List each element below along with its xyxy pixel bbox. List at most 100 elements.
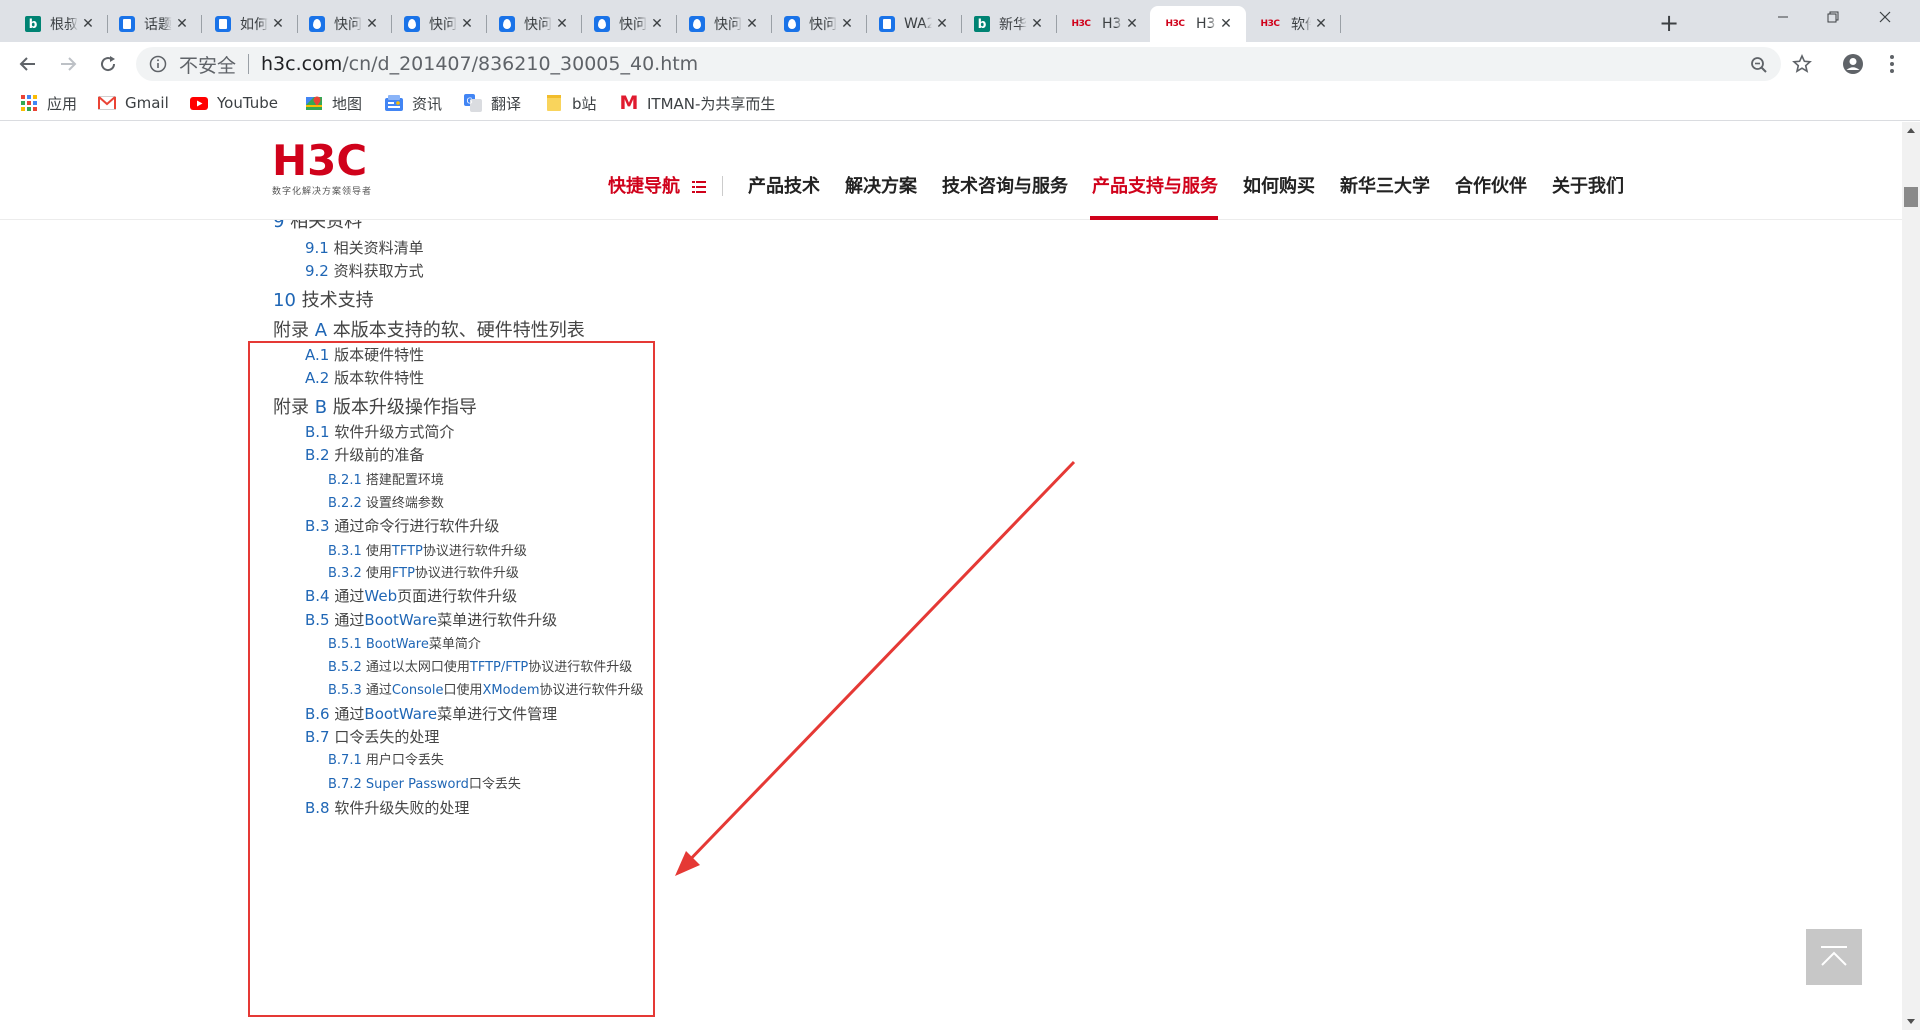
tab-close-icon[interactable]: ✕ <box>839 16 855 32</box>
tab-close-icon[interactable]: ✕ <box>364 16 380 32</box>
back-button[interactable] <box>12 48 44 80</box>
tab-close-icon[interactable]: ✕ <box>649 16 665 32</box>
bookmark-maps[interactable]: 地图 <box>305 86 362 120</box>
bookmark-star-button[interactable] <box>1788 50 1816 78</box>
h3c-logo[interactable]: H3C 数字化解决方案领导者 <box>272 140 392 198</box>
browser-tab[interactable]: 快问快✕ <box>676 6 772 42</box>
address-bar[interactable]: 不安全 h3c.com/cn/d_201407/836210_30005_40.… <box>136 47 1781 81</box>
bookmark-news[interactable]: 资讯 <box>385 86 442 120</box>
nav-consulting-services[interactable]: 技术咨询与服务 <box>942 172 1068 202</box>
toc-item[interactable]: 9.2 资料获取方式 <box>305 260 424 281</box>
youtube-icon <box>190 94 208 112</box>
browser-tab[interactable]: 如何s✕ <box>202 6 298 42</box>
browser-tab[interactable]: b 新华三✕ <box>961 6 1057 42</box>
bookmark-apps[interactable]: 应用 <box>20 86 77 120</box>
tab-close-icon[interactable]: ✕ <box>1029 16 1045 32</box>
toc-item[interactable]: 10 技术支持 <box>273 286 374 312</box>
scrollbar-thumb[interactable] <box>1904 187 1918 207</box>
forward-button[interactable] <box>52 48 84 80</box>
nav-quick-navigation[interactable]: 快捷导航 <box>608 172 707 202</box>
bookmark-youtube[interactable]: YouTube <box>190 86 278 120</box>
toc-text: 技术支持 <box>301 290 374 311</box>
tab-title: H3C <box>1102 16 1122 32</box>
info-icon[interactable] <box>149 55 167 73</box>
drop-icon <box>499 16 515 32</box>
new-tab-button[interactable]: + <box>1655 10 1683 38</box>
tab-close-icon[interactable]: ✕ <box>174 16 190 32</box>
tab-close-icon[interactable]: ✕ <box>459 16 475 32</box>
tab-close-icon[interactable]: ✕ <box>80 16 96 32</box>
doc-icon <box>119 16 135 32</box>
triangle-down-icon <box>1907 1019 1915 1024</box>
tab-separator <box>1340 15 1341 33</box>
browser-tab[interactable]: WA2 ✕ <box>866 6 962 42</box>
tab-close-icon[interactable]: ✕ <box>1124 16 1140 32</box>
restore-button[interactable] <box>1810 0 1856 34</box>
url-host[interactable]: h3c.com <box>261 53 342 75</box>
bookmark-label: 地图 <box>332 94 363 113</box>
nav-solutions[interactable]: 解决方案 <box>845 172 917 202</box>
nav-partners[interactable]: 合作伙伴 <box>1455 172 1527 202</box>
browser-tab[interactable]: 快问快✕ <box>391 6 487 42</box>
bookmark-label: YouTube <box>217 94 278 112</box>
tab-close-icon[interactable]: ✕ <box>554 16 570 32</box>
tab-close-icon[interactable]: ✕ <box>934 16 950 32</box>
reload-button[interactable] <box>92 48 124 80</box>
nav-about-us[interactable]: 关于我们 <box>1552 172 1624 202</box>
nav-divider <box>722 176 723 196</box>
h3c-icon: H3C <box>1260 19 1280 29</box>
tab-close-icon[interactable]: ✕ <box>270 16 286 32</box>
bookmark-itman[interactable]: M ITMAN-为共享而生 <box>620 86 776 120</box>
url-path[interactable]: /cn/d_201407/836210_30005_40.htm <box>342 53 698 75</box>
nav-h3c-university[interactable]: 新华三大学 <box>1340 172 1430 202</box>
scroll-down-button[interactable] <box>1902 1013 1920 1030</box>
menu-button[interactable] <box>1878 50 1906 78</box>
bookmark-translate[interactable]: G 翻译 <box>464 86 521 120</box>
tab-title: 快问快 <box>429 17 457 33</box>
scroll-up-button[interactable] <box>1902 122 1920 139</box>
svg-text:G: G <box>467 97 473 106</box>
tab-close-icon[interactable]: ✕ <box>744 16 760 32</box>
tab-title: 根叔f <box>50 17 78 33</box>
news-icon <box>385 94 403 112</box>
toc-item[interactable]: 附录 A 本版本支持的软、硬件特性列表 <box>273 316 585 342</box>
close-window-button[interactable] <box>1862 0 1908 34</box>
doc-icon <box>215 16 231 32</box>
back-to-top-button[interactable] <box>1806 929 1862 985</box>
arrow-left-icon <box>19 57 35 71</box>
zoom-button[interactable] <box>1749 55 1769 75</box>
minimize-button[interactable] <box>1760 0 1806 34</box>
browser-tab[interactable]: b 根叔f✕ <box>12 6 108 42</box>
nav-product-support[interactable]: 产品支持与服务 <box>1092 172 1218 202</box>
browser-tab[interactable]: 快问快✕ <box>771 6 867 42</box>
browser-tab[interactable]: H3C 软件升✕ <box>1245 6 1341 42</box>
bookmarks-bar: 应用 Gmail YouTube 地图 资讯 G 翻译 b站 M ITMAN-为… <box>0 86 1920 121</box>
security-label[interactable]: 不安全 <box>179 51 236 78</box>
browser-tab[interactable]: 快问快✕ <box>296 6 392 42</box>
browser-tab[interactable]: H3CH3C✕ <box>1056 6 1152 42</box>
tab-title: 快问快 <box>809 17 837 33</box>
nav-how-to-buy[interactable]: 如何购买 <box>1243 172 1315 202</box>
account-icon <box>1843 54 1863 74</box>
toc-number: 9.1 <box>305 239 329 257</box>
tab-close-icon[interactable]: ✕ <box>1218 16 1234 32</box>
tab-title: 软件升 <box>1291 17 1311 33</box>
arrow-right-icon <box>61 57 77 71</box>
tab-title: 快问快 <box>714 17 742 33</box>
doc-icon <box>879 16 895 32</box>
browser-tab[interactable]: 快问快✕ <box>486 6 582 42</box>
bing-icon: b <box>974 16 990 32</box>
vertical-scrollbar[interactable] <box>1902 122 1920 1030</box>
nav-product-technology[interactable]: 产品技术 <box>748 172 820 202</box>
browser-tab[interactable]: 话题广✕ <box>106 6 202 42</box>
bookmark-gmail[interactable]: Gmail <box>98 86 169 120</box>
toc-item[interactable]: 9.1 相关资料清单 <box>305 237 424 258</box>
tab-title: WA2 <box>904 16 932 32</box>
bookmark-bilibili-folder[interactable]: b站 <box>545 86 597 120</box>
profile-button[interactable] <box>1839 50 1867 78</box>
address-divider <box>248 54 250 74</box>
browser-tab[interactable]: 快问快✕ <box>581 6 677 42</box>
maps-icon <box>305 94 323 112</box>
browser-tab[interactable]: H3CH3C✕ <box>1150 6 1246 42</box>
tab-close-icon[interactable]: ✕ <box>1313 16 1329 32</box>
